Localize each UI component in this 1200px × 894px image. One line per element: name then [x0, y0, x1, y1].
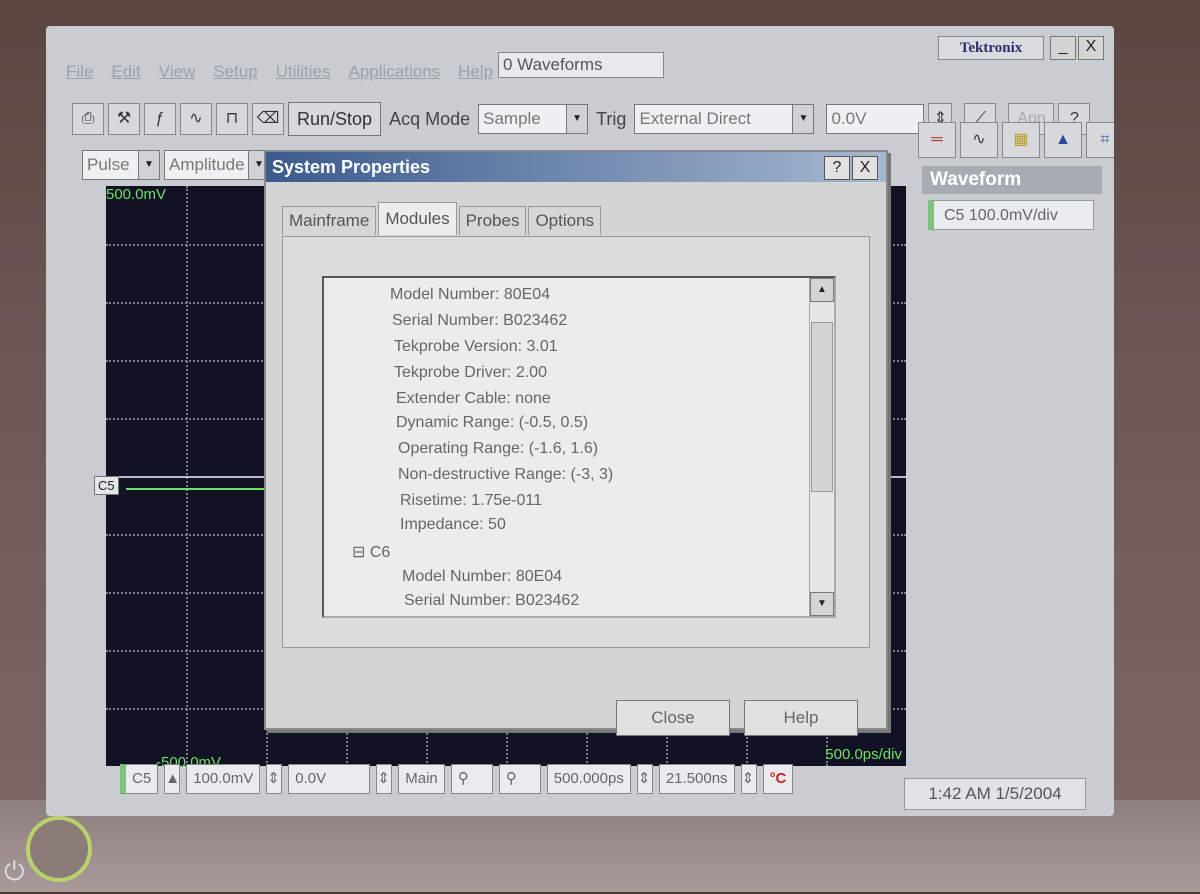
run-stop-button[interactable]: Run/Stop [288, 102, 382, 136]
measure-param-select[interactable]: Amplitude ▼ [164, 150, 270, 180]
chevron-down-icon: ▼ [792, 105, 814, 133]
waveform-tab-icon[interactable]: ∿ [960, 122, 998, 158]
trigger-level-value: 0.0V [831, 109, 867, 128]
help-button[interactable]: Help [744, 700, 858, 736]
close-button[interactable]: Close [616, 700, 730, 736]
thermometer-icon: °C [762, 764, 794, 794]
print-icon[interactable]: ⎙ [72, 103, 104, 135]
dialog-close-button[interactable]: X [852, 156, 878, 180]
menu-help[interactable]: Help [458, 62, 493, 88]
chevron-down-icon: ▼ [566, 105, 588, 133]
cursor-tab-icon[interactable]: ⌗ [1086, 122, 1114, 158]
horizontal-icon[interactable]: ═ [918, 122, 956, 158]
histogram-tab-icon[interactable]: ▲ [1044, 122, 1082, 158]
tree-item[interactable]: Dynamic Range: (-0.5, 0.5) [396, 414, 588, 432]
status-main-label: Main [398, 764, 445, 794]
tab-modules[interactable]: Modules [378, 202, 457, 235]
waveform-panel: Waveform C5 100.0mV/div [922, 166, 1102, 746]
trig-label: Trig [596, 108, 627, 129]
status-offset[interactable]: 0.0V [288, 764, 371, 794]
tab-options[interactable]: Options [528, 206, 602, 235]
tree-item[interactable]: Model Number: 80E04 [390, 286, 550, 304]
tree-item[interactable]: Model Number: 80E04 [402, 568, 562, 586]
panel-tabs: ═ ∿ ▦ ▲ ⌗ [918, 122, 1114, 158]
modules-tree[interactable]: Model Number: 80E04 Serial Number: B0234… [322, 276, 836, 618]
measure-param-value: Amplitude [169, 155, 245, 174]
menu-utilities[interactable]: Utilities [276, 62, 331, 88]
menu-edit[interactable]: Edit [111, 62, 140, 88]
status-vdiv[interactable]: 100.0mV [186, 764, 261, 794]
menu-applications[interactable]: Applications [348, 62, 440, 88]
menu-setup[interactable]: Setup [213, 62, 257, 88]
tree-item[interactable]: Tekprobe Driver: 2.00 [394, 364, 547, 382]
waveforms-count: 0 Waveforms [498, 52, 664, 78]
measure-toolbar: Pulse ▼ Amplitude ▼ [82, 150, 270, 180]
trigger-source-value: External Direct [639, 109, 751, 128]
close-window-button[interactable]: X [1078, 36, 1104, 60]
trigger-level-field[interactable]: 0.0V [826, 104, 925, 134]
zoom-in-icon[interactable]: ⚲ [450, 764, 493, 794]
tree-item[interactable]: Tekprobe Version: 3.01 [394, 338, 558, 356]
minimize-button[interactable]: _ [1050, 36, 1076, 60]
waveform-panel-title: Waveform [922, 166, 1102, 194]
waveform-icon[interactable]: ∿ [180, 103, 212, 135]
scroll-thumb[interactable] [811, 322, 833, 492]
acq-mode-label: Acq Mode [389, 108, 471, 129]
tab-mainframe[interactable]: Mainframe [282, 206, 377, 235]
power-icon: ⏻ [4, 856, 25, 886]
eraser-icon[interactable]: ⌫ [252, 103, 284, 135]
tools-icon[interactable]: ⚒ [108, 103, 140, 135]
channel-c5-item[interactable]: C5 100.0mV/div [928, 200, 1094, 230]
tab-probes[interactable]: Probes [458, 206, 527, 235]
autoset-icon[interactable]: ⊓ [216, 103, 248, 135]
tree-scrollbar[interactable]: ▲ ▼ [809, 278, 834, 616]
datetime: 1:42 AM 1/5/2004 [904, 778, 1086, 810]
math-fx-icon[interactable]: ƒ [144, 103, 176, 135]
spinner-icon[interactable]: ⇕ [266, 764, 283, 794]
status-channel[interactable]: C5 [120, 764, 159, 794]
status-horiz-pos[interactable]: 21.500ns [658, 764, 735, 794]
dialog-help-button[interactable]: ? [824, 156, 850, 180]
zoom-out-icon[interactable]: ⚲ [498, 764, 541, 794]
tree-item[interactable]: Serial Number: B023462 [392, 312, 567, 330]
system-properties-dialog: System Properties ? X Mainframe Modules … [264, 150, 888, 736]
menu-bar: File Edit View Setup Utilities Applicati… [66, 62, 493, 88]
tree-item[interactable]: Serial Number: B023462 [404, 592, 579, 610]
tree-item[interactable]: Risetime: 1.75e-011 [400, 492, 542, 510]
measurement-tab-icon[interactable]: ▦ [1002, 122, 1040, 158]
oscilloscope-screen: Tektronix _ X File Edit View Setup Utili… [46, 26, 1114, 816]
menu-view[interactable]: View [159, 62, 196, 88]
channel-marker[interactable]: C5 [94, 476, 119, 495]
vertical-top-label: 500.0mV [106, 186, 167, 203]
measure-type-select[interactable]: Pulse ▼ [82, 150, 160, 180]
tektronix-logo: Tektronix [938, 36, 1044, 60]
tree-item[interactable]: Operating Range: (-1.6, 1.6) [398, 440, 598, 458]
scroll-up-icon[interactable]: ▲ [810, 278, 834, 302]
tree-node-label: C6 [369, 544, 391, 561]
tree-item[interactable]: Non-destructive Range: (-3, 3) [398, 466, 613, 484]
measure-type-value: Pulse [87, 155, 130, 174]
chevron-down-icon: ▼ [138, 151, 159, 179]
tree-item[interactable]: Impedance: 50 [400, 516, 506, 534]
trigger-source-select[interactable]: External Direct ▼ [634, 104, 815, 134]
spinner-icon[interactable]: ⇕ [740, 764, 757, 794]
channel-up-icon[interactable]: ▲ [164, 764, 181, 794]
acq-mode-value: Sample [483, 109, 541, 128]
dialog-tabs: Mainframe Modules Probes Options [282, 202, 603, 235]
spinner-icon[interactable]: ⇕ [636, 764, 653, 794]
spinner-icon[interactable]: ⇕ [376, 764, 393, 794]
acq-mode-select[interactable]: Sample ▼ [478, 104, 589, 134]
dialog-title: System Properties [266, 152, 886, 182]
tree-item[interactable]: Extender Cable: none [396, 390, 551, 408]
menu-file[interactable]: File [66, 62, 93, 88]
tree-node-c6[interactable]: ⊟ C6 [352, 542, 390, 562]
status-horiz-scale[interactable]: 500.000ps [546, 764, 631, 794]
scroll-down-icon[interactable]: ▼ [810, 592, 834, 616]
